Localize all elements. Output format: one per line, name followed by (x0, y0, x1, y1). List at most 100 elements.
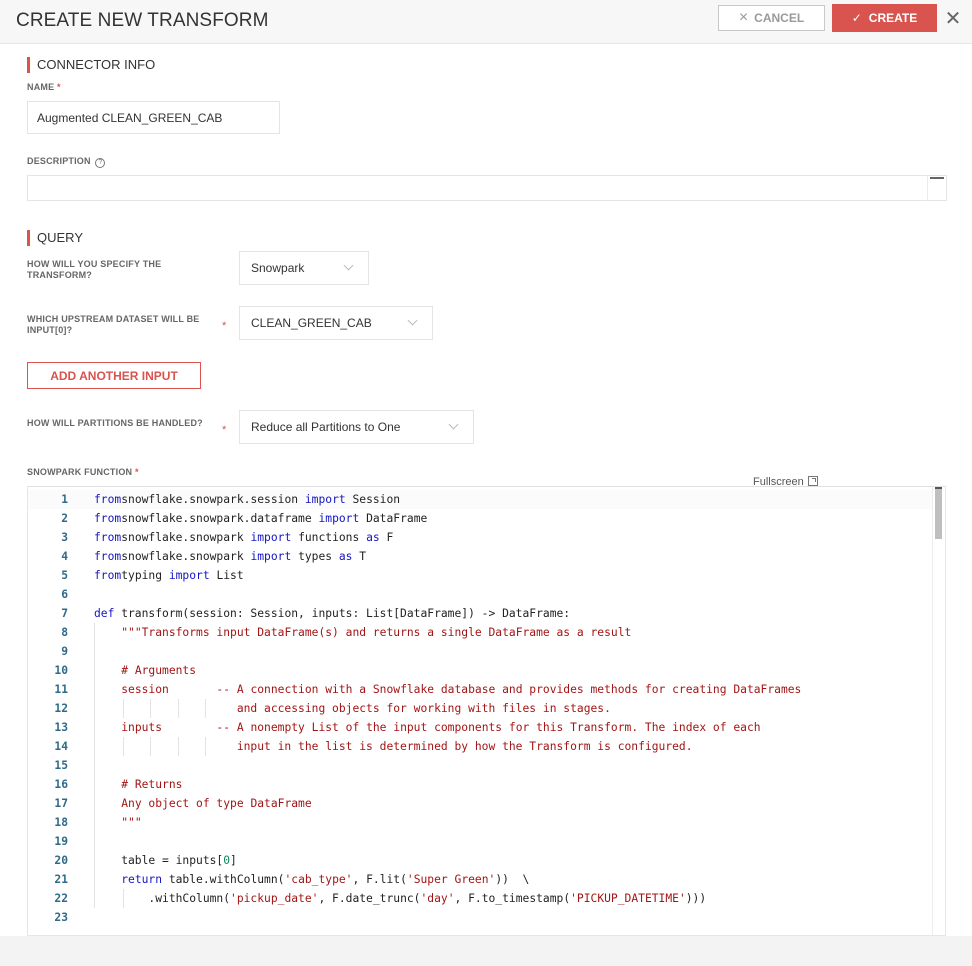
code-string: Any object of type DataFrame (121, 797, 312, 810)
code-line: 8 """Transforms input DataFrame(s) and r… (28, 623, 945, 642)
code-text: return table.withColumn('cab_type', F.li… (94, 870, 529, 889)
code-keyword: import (168, 569, 210, 582)
line-number: 8 (61, 626, 68, 639)
close-dialog-icon[interactable]: ✕ (943, 6, 963, 30)
required-marker: * (57, 82, 61, 92)
code-text: .withColumn('pickup_date', F.date_trunc(… (94, 889, 706, 908)
code-line: 21 return table.withColumn('cab_type', F… (28, 870, 945, 889)
scrollbar-thumb[interactable] (935, 487, 942, 539)
specify-transform-value: Snowpark (251, 261, 305, 275)
name-input[interactable]: Augmented CLEAN_GREEN_CAB (27, 101, 280, 134)
code-text: table = inputs[0] (94, 851, 237, 870)
section-header-query: QUERY (27, 230, 83, 246)
code-line: 15 (28, 756, 945, 775)
line-number: 9 (61, 645, 68, 658)
required-marker: * (222, 424, 227, 436)
code-text: input in the list is determined by how t… (94, 737, 693, 756)
code-line: 18 """ (28, 813, 945, 832)
code-string: 'Super Green' (406, 873, 496, 886)
code-line: 17 Any object of type DataFrame (28, 794, 945, 813)
upstream-dataset-select[interactable]: CLEAN_GREEN_CAB (239, 306, 433, 340)
upstream-dataset-value: CLEAN_GREEN_CAB (251, 316, 372, 330)
snowpark-function-label: SNOWPARK FUNCTION * (27, 467, 139, 478)
code-string: # Arguments (121, 664, 197, 677)
code-text: fromtyping import List (94, 566, 244, 585)
partitions-value: Reduce all Partitions to One (251, 420, 401, 434)
code-text: """Transforms input DataFrame(s) and ret… (94, 623, 631, 642)
code-keyword: from (94, 512, 122, 525)
code-keyword: from (94, 531, 122, 544)
line-number: 10 (54, 664, 68, 677)
code-string: 'day' (420, 892, 455, 905)
code-text: fromsnowflake.snowpark import functions … (94, 528, 393, 547)
required-marker: * (222, 320, 227, 332)
specify-transform-select[interactable]: Snowpark (239, 251, 369, 285)
code-text: # Arguments (94, 661, 196, 680)
code-line: 9 (28, 642, 945, 661)
partitions-select[interactable]: Reduce all Partitions to One (239, 410, 474, 444)
code-line: 22 .withColumn('pickup_date', F.date_tru… (28, 889, 945, 908)
code-text: Any object of type DataFrame (94, 794, 312, 813)
code-line: 11 session -- A connection with a Snowfl… (28, 680, 945, 699)
code-string: and accessing objects for working with f… (236, 702, 611, 715)
line-number: 6 (61, 588, 68, 601)
code-editor[interactable]: 1 fromsnowflake.snowpark.session import S… (27, 486, 946, 936)
line-number: 5 (61, 569, 68, 582)
check-icon: ✓ (851, 11, 862, 25)
code-line: 13 inputs -- A nonempty List of the inpu… (28, 718, 945, 737)
code-text: inputs -- A nonempty List of the input c… (94, 718, 761, 737)
code-token: types (291, 550, 339, 563)
description-label: DESCRIPTION ? (27, 156, 106, 168)
code-line: 14 input in the list is determined by ho… (28, 737, 945, 756)
fullscreen-icon (807, 476, 818, 486)
code-token: DataFrame (359, 512, 428, 525)
code-string: 'pickup_date' (230, 892, 319, 905)
code-token: )) \ (495, 873, 530, 886)
code-keyword: import (304, 493, 346, 506)
editor-scrollbar[interactable] (932, 487, 945, 935)
line-number: 7 (61, 607, 68, 620)
code-token: Session (345, 493, 401, 506)
section-header-connector-info: CONNECTOR INFO (27, 57, 155, 73)
code-token: , F.to_timestamp( (454, 892, 571, 905)
line-number: 22 (54, 892, 68, 905)
required-marker: * (134, 467, 139, 477)
code-string: inputs -- A nonempty List of the input c… (121, 721, 761, 734)
add-another-input-button[interactable]: ADD ANOTHER INPUT (27, 362, 201, 389)
line-number: 23 (54, 911, 68, 924)
dialog-footer (0, 936, 972, 966)
code-text: def transform(session: Session, inputs: … (94, 604, 570, 623)
code-keyword: as (338, 550, 353, 563)
name-label: NAME * (27, 82, 61, 93)
code-keyword: from (94, 550, 122, 563)
code-line: 16 # Returns (28, 775, 945, 794)
snowpark-function-label-text: SNOWPARK FUNCTION (27, 467, 133, 477)
line-number: 11 (54, 683, 68, 696)
code-text: fromsnowflake.snowpark import types as T (94, 547, 366, 566)
resize-handle[interactable] (927, 175, 947, 201)
code-token: snowflake.snowpark (121, 531, 251, 544)
cancel-button[interactable]: × CANCEL (718, 5, 825, 31)
partitions-label: HOW WILL PARTITIONS BE HANDLED? (27, 418, 203, 428)
code-string: """ (121, 816, 142, 829)
code-token: T (352, 550, 367, 563)
close-icon: × (738, 9, 749, 26)
create-button[interactable]: ✓ CREATE (832, 4, 937, 32)
cancel-label: CANCEL (754, 11, 805, 25)
description-input[interactable] (27, 175, 947, 201)
help-icon[interactable]: ? (95, 158, 106, 168)
indent-guide (94, 642, 95, 661)
code-text: fromsnowflake.snowpark.session import Se… (94, 490, 400, 509)
line-number: 14 (54, 740, 68, 753)
code-string: session -- A connection with a Snowflake… (121, 683, 802, 696)
code-line: 5 fromtyping import List (28, 566, 945, 585)
line-number: 12 (54, 702, 68, 715)
code-string: """Transforms input DataFrame(s) and ret… (121, 626, 632, 639)
code-token: F (379, 531, 394, 544)
